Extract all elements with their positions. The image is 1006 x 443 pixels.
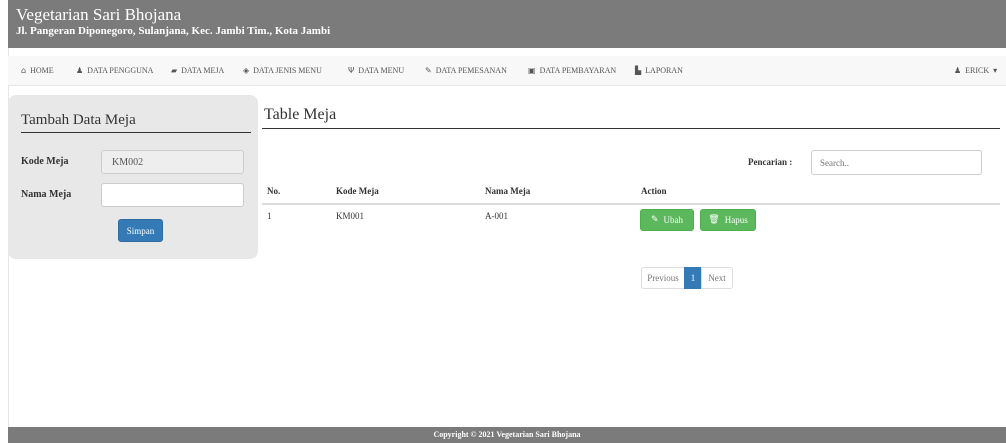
search-label: Pencarian : xyxy=(748,157,793,167)
title-divider xyxy=(262,128,1000,129)
previous-page-button[interactable]: Previous xyxy=(641,267,685,289)
next-page-button[interactable]: Next xyxy=(701,267,733,289)
edit-icon: ✎ xyxy=(650,215,659,225)
site-address: Jl. Pangeran Diponegoro, Sulanjana, Kec.… xyxy=(16,25,331,37)
edit-button[interactable]: ✎ Ubah xyxy=(640,209,694,231)
site-footer: Copyright © 2021 Vegetarian Sari Bhojana xyxy=(8,427,1006,443)
nav-item-label: DATA MEJA xyxy=(181,66,225,75)
save-button[interactable]: Simpan xyxy=(118,219,163,242)
nav-item-label: HOME xyxy=(30,66,54,75)
page-title: Table Meja xyxy=(264,106,337,123)
nav-item-label: DATA JENIS MENU xyxy=(253,66,322,75)
site-title: Vegetarian Sari Bhojana xyxy=(16,5,182,24)
cell-kode-meja: KM001 xyxy=(336,211,365,221)
nav-item-data-meja[interactable]: ▰ DATA MEJA xyxy=(171,56,224,86)
nav-item-label: DATA MENU xyxy=(358,66,405,75)
main-navbar: ⌂ HOME ♟ DATA PENGGUNA ▰ DATA MEJA ◈ DAT… xyxy=(8,56,1006,86)
site-header: Vegetarian Sari Bhojana Jl. Pangeran Dip… xyxy=(8,0,1006,48)
nav-item-label: DATA PEMESANAN xyxy=(435,66,507,75)
table-icon: ▰ xyxy=(171,66,178,75)
nav-item-data-menu[interactable]: Ψ DATA MENU xyxy=(348,56,404,86)
nama-meja-label: Nama Meja xyxy=(21,189,72,200)
trash-icon: 🗑 xyxy=(708,215,720,225)
delete-button[interactable]: 🗑 Hapus xyxy=(700,209,756,231)
cutlery-icon: Ψ xyxy=(348,66,355,75)
form-divider xyxy=(21,132,251,133)
user-menu[interactable]: ♟ ERICK ▾ xyxy=(954,56,997,86)
nama-meja-field[interactable] xyxy=(101,183,244,207)
column-header-action: Action xyxy=(641,186,667,196)
cell-nama-meja: A-001 xyxy=(485,211,508,221)
pagination: Previous 1 Next xyxy=(641,267,733,289)
cell-no: 1 xyxy=(267,211,272,221)
user-icon: ♟ xyxy=(76,66,84,75)
form-title: Tambah Data Meja xyxy=(21,112,136,128)
delete-button-label: Hapus xyxy=(724,215,748,225)
nav-item-home[interactable]: ⌂ HOME xyxy=(21,56,54,86)
nav-item-laporan[interactable]: ▙ LAPORAN xyxy=(635,56,683,86)
kode-meja-label: Kode Meja xyxy=(21,156,69,167)
nav-item-data-pemesanan[interactable]: ✎ DATA PEMESANAN xyxy=(425,56,507,86)
nav-item-data-jenis-menu[interactable]: ◈ DATA JENIS MENU xyxy=(243,56,322,86)
nav-item-data-pembayaran[interactable]: ▣ DATA PEMBAYARAN xyxy=(528,56,616,86)
current-page-button[interactable]: 1 xyxy=(684,267,702,289)
nav-item-data-pengguna[interactable]: ♟ DATA PENGGUNA xyxy=(76,56,153,86)
user-icon: ♟ xyxy=(954,66,962,75)
add-table-panel: Tambah Data Meja Kode Meja Nama Meja Sim… xyxy=(8,95,258,259)
nav-item-label: LAPORAN xyxy=(645,66,683,75)
search-input[interactable] xyxy=(811,150,982,175)
table-header-divider xyxy=(262,203,1000,205)
column-header-nama-meja: Nama Meja xyxy=(485,186,531,196)
payment-icon: ▣ xyxy=(528,66,536,75)
user-name: ERICK xyxy=(965,66,990,75)
column-header-kode-meja: Kode Meja xyxy=(336,186,379,196)
nav-item-label: DATA PEMBAYARAN xyxy=(539,66,617,75)
home-icon: ⌂ xyxy=(21,66,27,75)
chevron-down-icon: ▾ xyxy=(993,66,998,75)
tag-icon: ◈ xyxy=(243,66,250,75)
column-header-no: No. xyxy=(267,186,281,196)
edit-button-label: Ubah xyxy=(663,215,684,225)
kode-meja-field[interactable] xyxy=(101,150,244,174)
nav-item-label: DATA PENGGUNA xyxy=(87,66,154,75)
pencil-icon: ✎ xyxy=(425,66,432,75)
report-icon: ▙ xyxy=(635,66,642,75)
